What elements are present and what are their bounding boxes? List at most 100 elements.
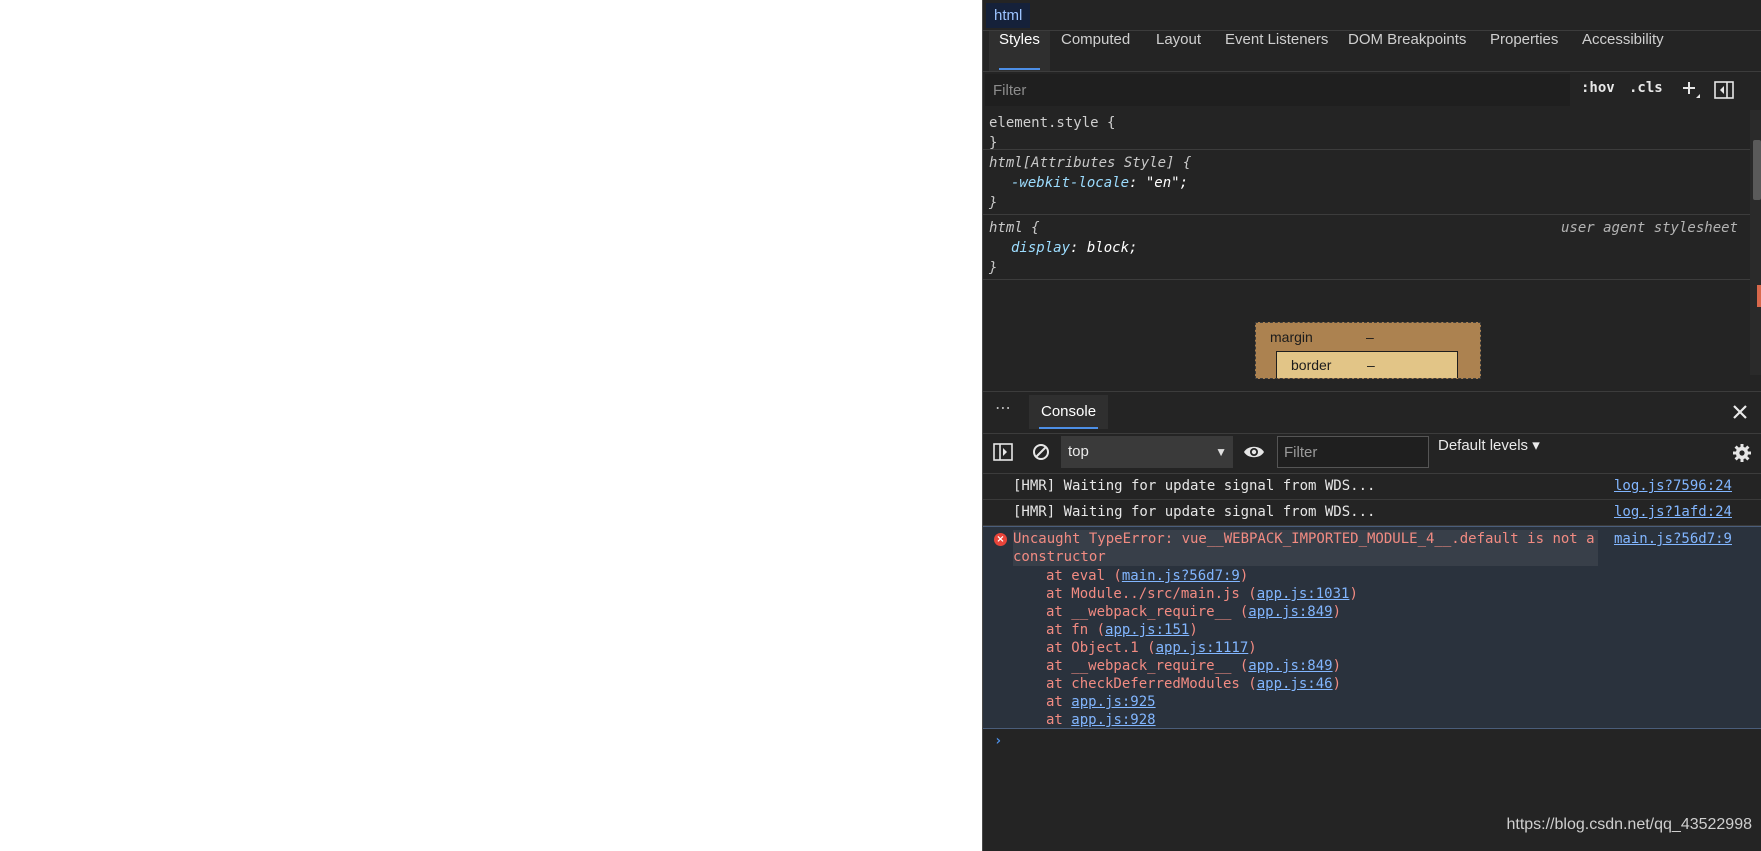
styles-scrollbar[interactable] (1750, 110, 1761, 375)
stack-frame-prefix: at eval ( (1046, 568, 1122, 584)
property-name[interactable]: display (1011, 240, 1070, 256)
stack-frame: at fn (app.js:151) (1046, 621, 1358, 639)
tab-dom-breakpoints[interactable]: DOM Breakpoints (1348, 31, 1466, 71)
more-tools-icon[interactable]: ⋯ (995, 398, 1012, 417)
scroll-marker (1757, 285, 1761, 307)
toggle-sidebar-icon[interactable] (1712, 78, 1736, 102)
rule-element-style[interactable]: element.style { } (983, 110, 1750, 151)
gear-icon[interactable] (1730, 441, 1754, 465)
styles-filter-bar: :hov .cls (983, 72, 1761, 108)
stack-frame: at eval (main.js?56d7:9) (1046, 567, 1358, 585)
stack-frame-prefix: at Object.1 ( (1046, 640, 1156, 656)
scroll-thumb[interactable] (1753, 140, 1761, 200)
message-text: [HMR] Waiting for update signal from WDS… (1013, 504, 1376, 520)
log-levels-dropdown[interactable]: Default levels ▾ (1438, 436, 1540, 468)
drawer-tabbar: ⋯ Console (983, 391, 1761, 434)
console-message: [HMR] Waiting for update signal from WDS… (983, 500, 1761, 526)
stack-frame-link[interactable]: main.js?56d7:9 (1122, 568, 1240, 584)
property-value[interactable]: "en" (1146, 175, 1180, 191)
stack-frame: at app.js:928 (1046, 711, 1358, 729)
console-error-message: × Uncaught TypeError: vue__WEBPACK_IMPOR… (983, 526, 1761, 729)
show-sidebar-icon[interactable] (991, 441, 1015, 463)
stack-frame-prefix: at (1046, 712, 1072, 728)
stack-frame-prefix: at fn ( (1046, 622, 1106, 638)
stack-frame-link[interactable]: app.js:928 (1071, 712, 1155, 728)
tab-properties[interactable]: Properties (1490, 31, 1558, 71)
stack-frame-link[interactable]: app.js:46 (1257, 676, 1333, 692)
stack-frame: at __webpack_require__ (app.js:849) (1046, 603, 1358, 621)
stack-frame-prefix: at __webpack_require__ ( (1046, 604, 1249, 620)
stack-frame-suffix: ) (1239, 568, 1249, 584)
stack-frame: at checkDeferredModules (app.js:46) (1046, 675, 1358, 693)
stack-frame-link[interactable]: app.js:849 (1248, 604, 1332, 620)
stack-frame-link[interactable]: app.js:1031 (1257, 586, 1350, 602)
error-text: Uncaught TypeError: vue__WEBPACK_IMPORTE… (1013, 530, 1598, 566)
styles-filter-input[interactable] (985, 74, 1570, 106)
rule-selector: element.style { (989, 115, 1116, 131)
console-toolbar: top ▼ Default levels ▾ (983, 433, 1761, 474)
close-icon[interactable] (1728, 400, 1752, 424)
rule-close-brace: } (989, 195, 998, 211)
new-style-rule-icon[interactable] (1679, 78, 1703, 102)
message-text: [HMR] Waiting for update signal from WDS… (1013, 478, 1376, 494)
console-message: [HMR] Waiting for update signal from WDS… (983, 474, 1761, 500)
tab-layout[interactable]: Layout (1156, 31, 1201, 71)
box-model-diagram: margin – border – (1255, 322, 1481, 379)
hov-toggle[interactable]: :hov (1581, 80, 1615, 96)
devtools-panel: html Styles Computed Layout Event Listen… (982, 0, 1761, 851)
stack-frame-suffix: ) (1332, 604, 1342, 620)
console-prompt-icon[interactable]: › (994, 733, 1002, 749)
stack-frame-prefix: at Module../src/main.js ( (1046, 586, 1257, 602)
tab-console[interactable]: Console (1029, 395, 1109, 429)
message-source-link[interactable]: log.js?1afd:24 (1614, 500, 1732, 525)
elements-breadcrumb: html (983, 0, 1761, 31)
error-stack-trace: at eval (main.js?56d7:9) at Module../src/… (1046, 567, 1358, 729)
console-messages: [HMR] Waiting for update signal from WDS… (983, 474, 1761, 729)
tab-event-listeners[interactable]: Event Listeners (1225, 31, 1328, 71)
stack-frame-suffix: ) (1248, 640, 1257, 656)
stack-frame: at Object.1 (app.js:1117) (1046, 639, 1358, 657)
blank-page (0, 0, 982, 851)
box-border-label: border (1291, 357, 1332, 373)
box-margin-label: margin (1270, 329, 1313, 345)
live-expression-eye-icon[interactable] (1241, 441, 1267, 463)
stack-frame-prefix: at checkDeferredModules ( (1046, 676, 1257, 692)
chevron-down-icon: ▼ (1215, 445, 1227, 459)
property-value[interactable]: block (1087, 240, 1129, 256)
stack-frame-prefix: at __webpack_require__ ( (1046, 658, 1249, 674)
rule-declaration[interactable]: display: block; (989, 238, 1744, 258)
box-border: border – (1276, 351, 1458, 378)
stack-frame-link[interactable]: app.js:925 (1071, 694, 1155, 710)
context-value: top (1068, 443, 1089, 460)
rule-declaration[interactable]: -webkit-locale: "en"; (989, 173, 1744, 193)
property-name[interactable]: -webkit-locale (1011, 175, 1129, 191)
rule-user-agent-html: html { user agent stylesheet display: bl… (983, 215, 1750, 280)
stack-frame-suffix: ) (1189, 622, 1198, 638)
breadcrumb-html[interactable]: html (986, 3, 1031, 28)
console-filter-input[interactable] (1277, 436, 1429, 468)
tab-styles[interactable]: Styles (989, 31, 1050, 71)
clear-console-icon[interactable] (1029, 441, 1053, 463)
tab-accessibility[interactable]: Accessibility (1582, 31, 1664, 71)
cls-toggle[interactable]: .cls (1629, 80, 1663, 96)
stack-frame: at app.js:925 (1046, 693, 1358, 711)
stack-frame: at Module../src/main.js (app.js:1031) (1046, 585, 1358, 603)
stack-frame-suffix: ) (1349, 586, 1358, 602)
stack-frame-suffix: ) (1332, 676, 1342, 692)
stack-frame-suffix: ) (1332, 658, 1342, 674)
rule-close-brace: } (989, 260, 998, 276)
stack-frame-link[interactable]: app.js:1117 (1156, 640, 1249, 656)
rule-attributes-style: html[Attributes Style] { -webkit-locale:… (983, 150, 1750, 215)
message-source-link[interactable]: log.js?7596:24 (1614, 474, 1732, 499)
stack-frame-link[interactable]: app.js:151 (1105, 622, 1189, 638)
watermark: https://blog.csdn.net/qq_43522998 (1506, 816, 1752, 833)
tab-computed[interactable]: Computed (1061, 31, 1130, 71)
box-border-value[interactable]: – (1367, 357, 1375, 373)
context-selector[interactable]: top ▼ (1061, 436, 1233, 468)
box-margin-value[interactable]: – (1366, 329, 1374, 345)
sidebar-tabs: Styles Computed Layout Event Listeners D… (983, 31, 1761, 72)
rule-selector: html[Attributes Style] { (989, 155, 1192, 171)
stack-frame-link[interactable]: app.js:849 (1248, 658, 1332, 674)
error-source-link[interactable]: main.js?56d7:9 (1614, 530, 1732, 548)
stack-frame: at __webpack_require__ (app.js:849) (1046, 657, 1358, 675)
